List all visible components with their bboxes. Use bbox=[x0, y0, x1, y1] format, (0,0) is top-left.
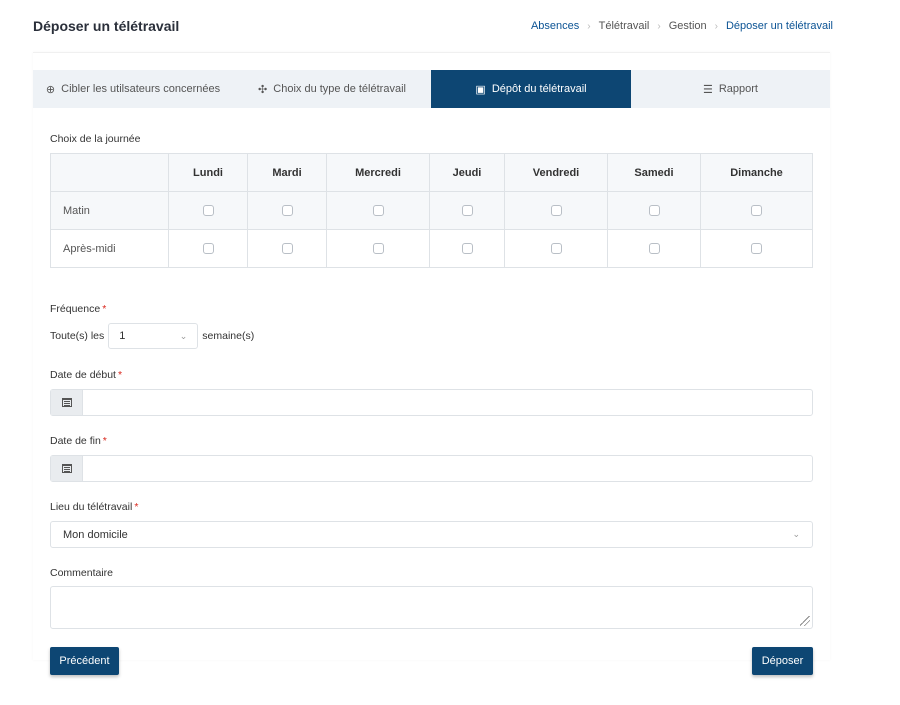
cell bbox=[504, 229, 608, 268]
checkbox-afternoon-tuesday[interactable] bbox=[281, 243, 293, 255]
column-header: Samedi bbox=[607, 153, 701, 192]
page-header: Déposer un télétravail Absences › Télétr… bbox=[33, 15, 833, 37]
frequency-select[interactable]: 1 ⌄ bbox=[108, 323, 199, 349]
location-value: Mon domicile bbox=[63, 528, 128, 541]
previous-button[interactable]: Précédent bbox=[50, 647, 119, 675]
row-label: Matin bbox=[50, 191, 169, 230]
start-date-input[interactable] bbox=[50, 389, 813, 416]
tab-teletravail-type[interactable]: ✣ Choix du type de télétravail bbox=[233, 70, 431, 108]
checkbox-afternoon-monday[interactable] bbox=[202, 243, 214, 255]
day-schedule-table: Lundi Mardi Mercredi Jeudi Vendredi Same… bbox=[50, 153, 813, 268]
calendar-icon bbox=[61, 464, 72, 473]
tab-label: Cibler les utilsateurs concernées bbox=[61, 83, 221, 95]
frequency-prefix: Toute(s) les bbox=[50, 330, 105, 342]
column-header: Jeudi bbox=[429, 153, 505, 192]
required-mark: * bbox=[102, 435, 107, 447]
frequency-label-text: Fréquence bbox=[50, 303, 101, 315]
checkbox-morning-friday[interactable] bbox=[550, 205, 562, 217]
tab-label: Rapport bbox=[718, 83, 758, 95]
list-check-icon: ☰ bbox=[702, 83, 713, 96]
cell bbox=[607, 191, 701, 230]
tab-target-users[interactable]: ⊕ Cibler les utilsateurs concernées bbox=[33, 70, 233, 108]
breadcrumb-current: Déposer un télétravail bbox=[725, 20, 833, 32]
resize-handle-icon[interactable] bbox=[800, 616, 810, 626]
checkbox-morning-monday[interactable] bbox=[202, 205, 214, 217]
cell bbox=[504, 191, 608, 230]
breadcrumb: Absences › Télétravail › Gestion › Dépos… bbox=[531, 20, 833, 32]
checkbox-afternoon-friday[interactable] bbox=[550, 243, 562, 255]
tab-teletravail-submission[interactable]: ▣ Dépôt du télétravail bbox=[431, 70, 631, 108]
move-arrows-icon: ✣ bbox=[258, 83, 268, 96]
checkbox-afternoon-saturday[interactable] bbox=[648, 243, 660, 255]
comment-textarea[interactable] bbox=[50, 586, 813, 629]
frequency-row: Toute(s) les 1 ⌄ semaine(s) bbox=[50, 323, 254, 349]
breadcrumb-gestion[interactable]: Gestion bbox=[669, 20, 707, 32]
cell bbox=[700, 229, 813, 268]
checkbox-afternoon-sunday[interactable] bbox=[751, 243, 762, 255]
cell bbox=[168, 191, 248, 230]
cell bbox=[607, 229, 701, 268]
checkbox-morning-tuesday[interactable] bbox=[281, 205, 293, 217]
comment-label: Commentaire bbox=[50, 567, 114, 579]
frequency-value: 1 bbox=[119, 330, 126, 342]
start-date-label-text: Date de début bbox=[50, 369, 116, 381]
end-date-label: Date de fin * bbox=[50, 435, 107, 447]
cell bbox=[247, 191, 327, 230]
checkbox-morning-sunday[interactable] bbox=[751, 205, 762, 217]
required-mark: * bbox=[102, 303, 107, 315]
frequency-suffix: semaine(s) bbox=[202, 330, 255, 342]
required-mark: * bbox=[117, 369, 123, 381]
crosshair-icon: ⊕ bbox=[45, 83, 56, 96]
breadcrumb-teletravail[interactable]: Télétravail bbox=[599, 20, 650, 32]
column-header: Vendredi bbox=[504, 153, 608, 192]
cell bbox=[429, 229, 505, 268]
end-date-addon[interactable] bbox=[51, 456, 83, 481]
checkbox-afternoon-thursday[interactable] bbox=[461, 243, 473, 255]
checkbox-morning-saturday[interactable] bbox=[648, 205, 660, 217]
chevron-down-icon: ⌄ bbox=[792, 529, 800, 539]
end-date-label-text: Date de fin bbox=[50, 435, 101, 447]
cell bbox=[429, 191, 505, 230]
page-title: Déposer un télétravail bbox=[33, 18, 180, 34]
chevron-right-icon: › bbox=[714, 20, 718, 32]
cell bbox=[168, 229, 248, 268]
table-row: Matin bbox=[50, 191, 813, 230]
chevron-down-icon: ⌄ bbox=[179, 330, 188, 341]
column-header: Lundi bbox=[168, 153, 248, 192]
start-date-addon[interactable] bbox=[51, 390, 83, 415]
location-label-text: Lieu du télétravail bbox=[50, 501, 133, 513]
table-header-row: Lundi Mardi Mercredi Jeudi Vendredi Same… bbox=[50, 153, 813, 192]
column-header: Dimanche bbox=[700, 153, 813, 192]
column-header: Mercredi bbox=[326, 153, 430, 192]
cell bbox=[326, 191, 430, 230]
checkbox-morning-wednesday[interactable] bbox=[372, 205, 384, 217]
table-row: Après-midi bbox=[50, 229, 813, 268]
location-select[interactable]: Mon domicile ⌄ bbox=[50, 521, 813, 548]
submit-button[interactable]: Déposer bbox=[752, 647, 813, 675]
table-corner-cell bbox=[50, 153, 169, 192]
schedule-label: Choix de la journée bbox=[50, 133, 141, 145]
chevron-right-icon: › bbox=[587, 20, 591, 32]
frequency-label: Fréquence * bbox=[50, 303, 106, 315]
tab-report[interactable]: ☰ Rapport bbox=[631, 70, 830, 108]
form-card: ⊕ Cibler les utilsateurs concernées ✣ Ch… bbox=[33, 52, 830, 675]
chevron-right-icon: › bbox=[657, 20, 661, 32]
cell bbox=[700, 191, 813, 230]
tab-label: Dépôt du télétravail bbox=[491, 83, 587, 95]
wizard-tabs: ⊕ Cibler les utilsateurs concernées ✣ Ch… bbox=[33, 70, 830, 108]
cell bbox=[326, 229, 430, 268]
end-date-input[interactable] bbox=[50, 455, 813, 482]
calendar-icon bbox=[61, 398, 72, 407]
breadcrumb-absences[interactable]: Absences bbox=[531, 20, 579, 32]
tab-label: Choix du type de télétravail bbox=[273, 83, 406, 95]
row-label: Après-midi bbox=[50, 229, 169, 268]
checkbox-afternoon-wednesday[interactable] bbox=[372, 243, 384, 255]
location-label: Lieu du télétravail * bbox=[50, 501, 138, 513]
cell bbox=[247, 229, 327, 268]
start-date-label: Date de début * bbox=[50, 369, 122, 381]
column-header: Mardi bbox=[247, 153, 327, 192]
required-mark: * bbox=[134, 501, 139, 513]
checkbox-morning-thursday[interactable] bbox=[461, 205, 473, 217]
calendar-check-icon: ▣ bbox=[475, 83, 486, 96]
